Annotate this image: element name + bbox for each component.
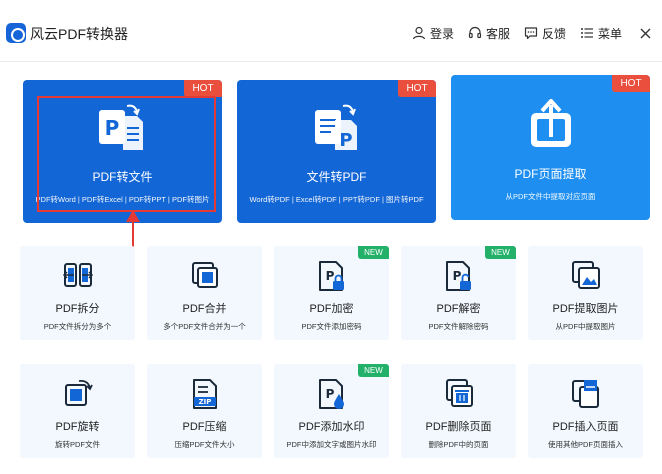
svg-text:P: P <box>325 269 334 283</box>
card-title: 文件转PDF <box>306 170 367 184</box>
tool-subtitle: 从PDF中提取图片 <box>555 322 616 331</box>
pdf-to-file-card[interactable]: HOT P PDF转文件 PDF转Word | PDF转Excel | PDF转… <box>23 80 222 223</box>
login-label: 登录 <box>429 26 454 41</box>
tool-title: PDF添加水印 <box>298 421 365 433</box>
top-nav: 登录 客服 反馈 菜单 <box>412 22 662 44</box>
tool-pdf-merge[interactable]: PDF合并 多个PDF文件合并为一个 <box>147 246 262 340</box>
close-button[interactable] <box>636 24 654 42</box>
tool-pdf-delete-pages[interactable]: PDF删除页面 删除PDF中的页面 <box>401 364 516 458</box>
zip-icon-label: ZIP <box>198 398 211 406</box>
card-subtitle: PDF转Word | PDF转Excel | PDF转PPT | PDF转图片 <box>35 195 210 204</box>
feedback-label: 反馈 <box>541 26 566 41</box>
menu-icon <box>580 28 593 38</box>
tool-pdf-compress[interactable]: ZIP PDF压缩 压缩PDF文件大小 <box>147 364 262 458</box>
tool-title: PDF旋转 <box>55 421 100 433</box>
tool-pdf-decrypt[interactable]: NEW P PDF解密 PDF文件解除密码 <box>401 246 516 340</box>
tool-subtitle: 删除PDF中的页面 <box>428 440 489 449</box>
tool-title: PDF解密 <box>436 303 481 315</box>
pdf-to-file-icon: P <box>98 104 143 150</box>
feedback-button[interactable]: 反馈 <box>524 25 566 42</box>
tool-subtitle: PDF中添加文字或图片水印 <box>286 440 377 449</box>
tool-title: PDF提取图片 <box>552 303 619 315</box>
file-to-pdf-card[interactable]: HOT P 文件转PDF Word转PDF | Excel转PDF | PPT转… <box>237 80 436 223</box>
card-subtitle: 从PDF文件中提取对应页面 <box>505 192 596 201</box>
service-button[interactable]: 客服 <box>468 25 510 42</box>
insert-page-icon <box>571 380 599 408</box>
merge-icon <box>191 262 218 288</box>
tool-title: PDF拆分 <box>55 303 100 315</box>
tool-title: PDF删除页面 <box>425 421 492 433</box>
menu-button[interactable]: 菜单 <box>580 25 622 42</box>
tool-subtitle: 使用其他PDF页面插入 <box>548 440 623 449</box>
tool-subtitle: PDF文件拆分为多个 <box>43 322 112 331</box>
tool-pdf-split[interactable]: PDF拆分 PDF文件拆分为多个 <box>20 246 135 340</box>
tool-subtitle: PDF文件解除密码 <box>428 322 489 331</box>
page-extract-icon <box>530 99 571 147</box>
title-bar: 风云PDF转换器 登录 客服 反馈 菜单 <box>0 0 662 62</box>
pdf-page-extract-card[interactable]: HOT PDF页面提取 从PDF文件中提取对应页面 <box>451 75 650 220</box>
service-label: 客服 <box>485 26 510 41</box>
svg-text:P: P <box>452 269 461 283</box>
app-title: 风云PDF转换器 <box>30 26 128 42</box>
user-icon <box>412 26 426 40</box>
close-icon <box>640 28 650 38</box>
rotate-icon <box>64 379 93 406</box>
split-icon <box>62 263 93 287</box>
watermark-icon: P <box>318 379 344 409</box>
image-icon <box>571 261 600 289</box>
unlock-icon: P <box>445 261 471 291</box>
hot-badge: HOT <box>184 80 222 97</box>
tool-subtitle: 旋转PDF文件 <box>55 440 100 449</box>
tool-subtitle: 多个PDF文件合并为一个 <box>163 322 246 331</box>
svg-text:P: P <box>104 116 119 140</box>
svg-text:P: P <box>339 130 352 151</box>
login-button[interactable]: 登录 <box>412 25 454 42</box>
hot-badge: HOT <box>398 80 436 97</box>
tool-title: PDF加密 <box>309 303 354 315</box>
tool-pdf-extract-images[interactable]: PDF提取图片 从PDF中提取图片 <box>528 246 643 340</box>
new-badge: NEW <box>485 246 516 259</box>
new-badge: NEW <box>358 246 389 259</box>
headset-icon <box>468 26 482 39</box>
tool-subtitle: 压缩PDF文件大小 <box>174 440 235 449</box>
tool-pdf-rotate[interactable]: PDF旋转 旋转PDF文件 <box>20 364 135 458</box>
file-to-pdf-icon: P <box>314 104 357 151</box>
tool-title: PDF压缩 <box>182 421 227 433</box>
app-logo-icon <box>6 23 26 43</box>
card-title: PDF转文件 <box>92 170 153 184</box>
lock-icon: P <box>318 261 344 291</box>
trash-icon <box>445 379 473 407</box>
zip-icon: ZIP <box>192 379 217 409</box>
svg-text:P: P <box>325 387 334 401</box>
tool-subtitle: PDF文件添加密码 <box>301 322 362 331</box>
menu-label: 菜单 <box>597 26 622 41</box>
tool-pdf-insert-pages[interactable]: PDF插入页面 使用其他PDF页面插入 <box>528 364 643 458</box>
tool-title: PDF插入页面 <box>552 421 619 433</box>
new-badge: NEW <box>358 364 389 377</box>
card-title: PDF页面提取 <box>514 167 587 181</box>
tool-pdf-encrypt[interactable]: NEW P PDF加密 PDF文件添加密码 <box>274 246 389 340</box>
hot-badge: HOT <box>612 75 650 92</box>
card-subtitle: Word转PDF | Excel转PDF | PPT转PDF | 图片转PDF <box>249 195 424 204</box>
tool-pdf-watermark[interactable]: NEW P PDF添加水印 PDF中添加文字或图片水印 <box>274 364 389 458</box>
message-icon <box>524 27 538 40</box>
tool-title: PDF合并 <box>182 303 227 315</box>
